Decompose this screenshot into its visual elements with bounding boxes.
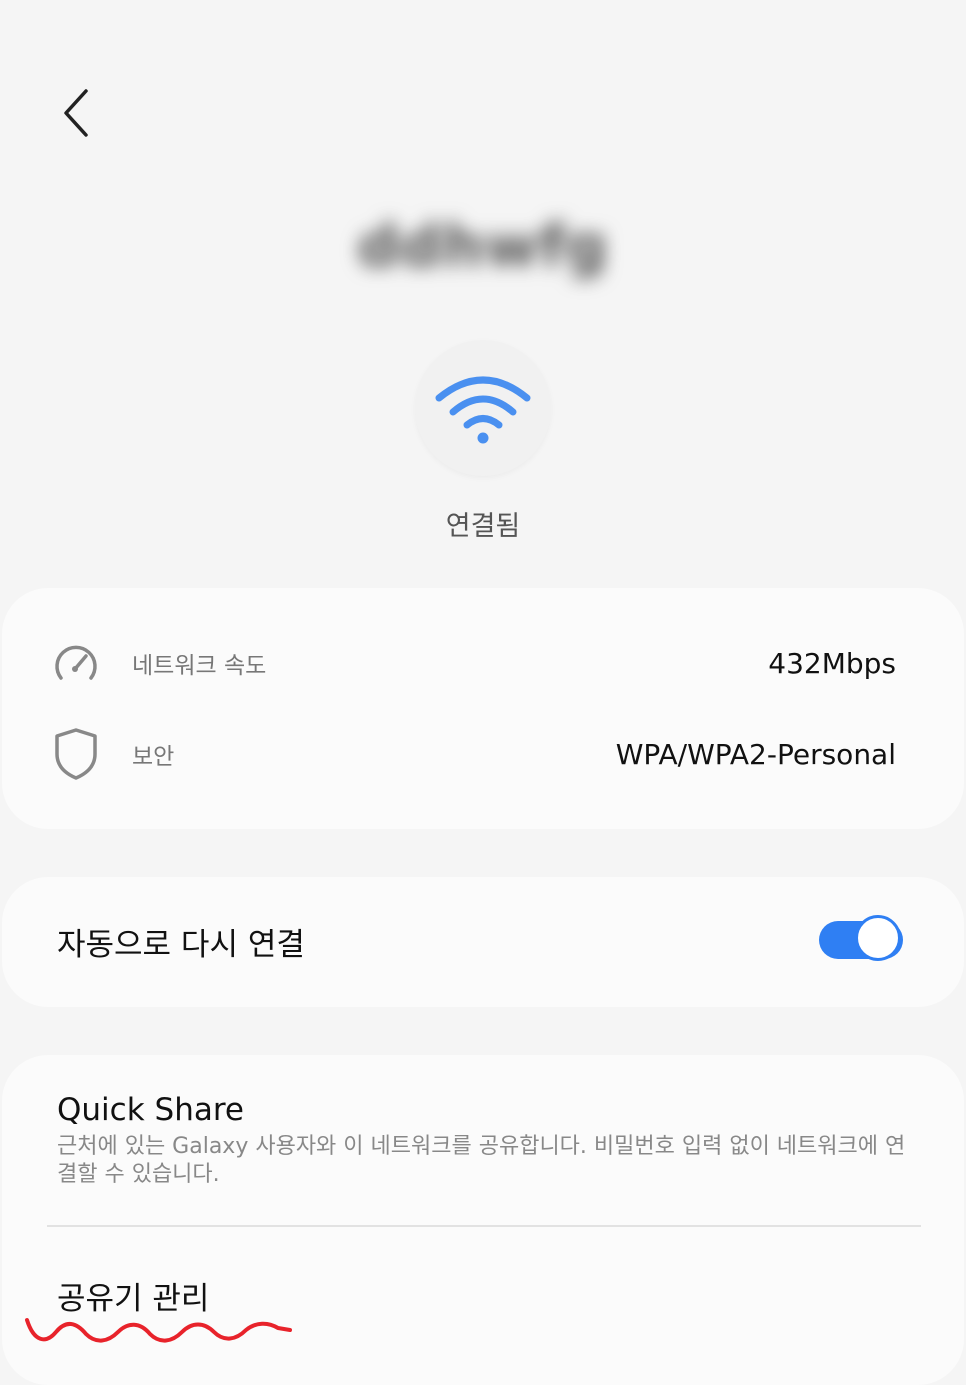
auto-reconnect-label: 자동으로 다시 연결 (57, 927, 305, 963)
network-speed-label: 네트워크 속도 (132, 653, 267, 679)
security-row: 보안 WPA/WPA2-Personal (2, 719, 964, 789)
network-speed-row: 네트워크 속도 432Mbps (2, 628, 964, 698)
speedometer-icon (48, 635, 104, 691)
wifi-icon (435, 376, 531, 444)
quick-share-title: Quick Share (57, 1092, 244, 1128)
security-value: WPA/WPA2-Personal (615, 737, 896, 771)
network-speed-value: 432Mbps (768, 646, 896, 680)
back-button[interactable] (44, 78, 108, 148)
wifi-status-badge (415, 340, 551, 476)
router-management-item[interactable]: 공유기 관리 (57, 1273, 209, 1318)
network-info-card: 네트워크 속도 432Mbps 보안 WPA/WPA2-Personal (2, 588, 964, 829)
red-underline-annotation (25, 1318, 292, 1343)
toggle-knob (855, 915, 901, 961)
shield-icon (48, 726, 104, 782)
auto-reconnect-card[interactable]: 자동으로 다시 연결 (2, 877, 964, 1007)
security-label: 보안 (132, 744, 175, 770)
divider (47, 1225, 921, 1227)
chevron-left-icon (64, 89, 88, 137)
quick-share-description: 근처에 있는 Galaxy 사용자와 이 네트워크를 공유합니다. 비밀번호 입… (57, 1134, 906, 1187)
connection-status: 연결됨 (445, 511, 521, 542)
network-name: ddhwfg (357, 212, 609, 280)
auto-reconnect-toggle[interactable] (817, 914, 905, 966)
